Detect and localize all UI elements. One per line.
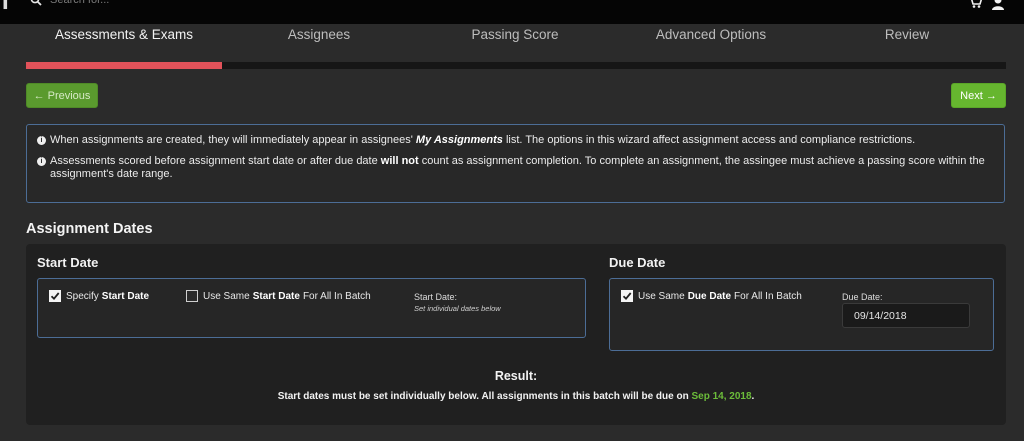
previous-button[interactable]: ← Previous bbox=[26, 83, 98, 108]
start-date-title: Start Date bbox=[37, 255, 99, 270]
same-due-date-option[interactable]: Use Same Due Date For All In Batch bbox=[621, 290, 802, 302]
option-text: For All In Batch bbox=[302, 290, 371, 302]
menu-icon[interactable]: ▐ bbox=[0, 0, 7, 9]
due-date-label: Due Date: bbox=[842, 292, 883, 302]
info-line: i When assignments are created, they wil… bbox=[37, 134, 994, 147]
step-advanced-options[interactable]: Advanced Options bbox=[656, 27, 766, 42]
search-icon[interactable] bbox=[30, 0, 42, 6]
top-bar: ▐ bbox=[0, 0, 1024, 24]
due-date-input[interactable] bbox=[842, 303, 970, 328]
step-assignees[interactable]: Assignees bbox=[288, 27, 350, 42]
my-assignments-emphasis: My Assignments bbox=[415, 134, 503, 146]
option-text-bold: Due Date bbox=[687, 290, 732, 302]
info-text: When assignments are created, they will … bbox=[50, 134, 915, 147]
start-date-note: Set individual dates below bbox=[414, 304, 501, 313]
cart-icon[interactable] bbox=[968, 0, 982, 8]
same-start-date-option[interactable]: Use Same Start Date For All In Batch bbox=[186, 290, 371, 302]
due-date-title: Due Date bbox=[609, 255, 666, 270]
wizard-steps: Assessments & Exams Assignees Passing Sc… bbox=[26, 24, 1006, 46]
option-text: Specify bbox=[66, 290, 99, 302]
section-title: Assignment Dates bbox=[26, 221, 153, 237]
start-date-group: Specify Start Date Use Same Start Date F… bbox=[37, 278, 586, 338]
option-text: Use Same bbox=[203, 290, 250, 302]
result-message: Start dates must be set individually bel… bbox=[277, 391, 689, 402]
step-passing-score[interactable]: Passing Score bbox=[471, 27, 558, 42]
search-input[interactable] bbox=[50, 0, 310, 8]
info-icon: i bbox=[37, 157, 46, 166]
next-button[interactable]: Next → bbox=[951, 83, 1006, 108]
assignment-dates-panel: Start Date Specify Start Date Use Same S… bbox=[26, 244, 1006, 425]
result-due-date: Sep 14, 2018 bbox=[691, 391, 752, 402]
option-text: For All In Batch bbox=[734, 290, 802, 302]
specify-start-date-checkbox[interactable] bbox=[49, 290, 61, 302]
info-text-part: list. The options in this wizard affect … bbox=[505, 134, 916, 146]
info-line: i Assessments scored before assignment s… bbox=[37, 155, 994, 181]
result-end: . bbox=[751, 391, 755, 402]
user-icon[interactable] bbox=[991, 0, 1005, 10]
due-date-group: Use Same Due Date For All In Batch Due D… bbox=[609, 278, 994, 351]
option-text: Use Same bbox=[638, 290, 685, 302]
specify-start-date-option[interactable]: Specify Start Date bbox=[49, 290, 152, 302]
info-text-part: When assignments are created, they will … bbox=[50, 134, 413, 146]
result-text: Start dates must be set individually bel… bbox=[26, 391, 1006, 402]
option-text-bold: Start Date bbox=[101, 290, 150, 302]
same-start-date-checkbox[interactable] bbox=[186, 290, 198, 302]
info-icon: i bbox=[37, 136, 46, 145]
step-assessments-exams[interactable]: Assessments & Exams bbox=[55, 27, 193, 42]
step-review[interactable]: Review bbox=[885, 27, 929, 42]
info-text: Assessments scored before assignment sta… bbox=[50, 155, 994, 181]
option-text-bold: Start Date bbox=[252, 290, 300, 302]
info-box: i When assignments are created, they wil… bbox=[26, 124, 1005, 203]
info-text-part: Assessments scored before assignment sta… bbox=[50, 155, 378, 167]
result-title: Result: bbox=[494, 369, 538, 383]
same-due-date-checkbox[interactable] bbox=[621, 290, 633, 302]
start-date-label: Start Date: bbox=[414, 292, 458, 302]
wizard-progress-bar bbox=[26, 62, 1006, 69]
progress-fill bbox=[26, 62, 222, 69]
will-not-emphasis: will not bbox=[380, 155, 419, 167]
